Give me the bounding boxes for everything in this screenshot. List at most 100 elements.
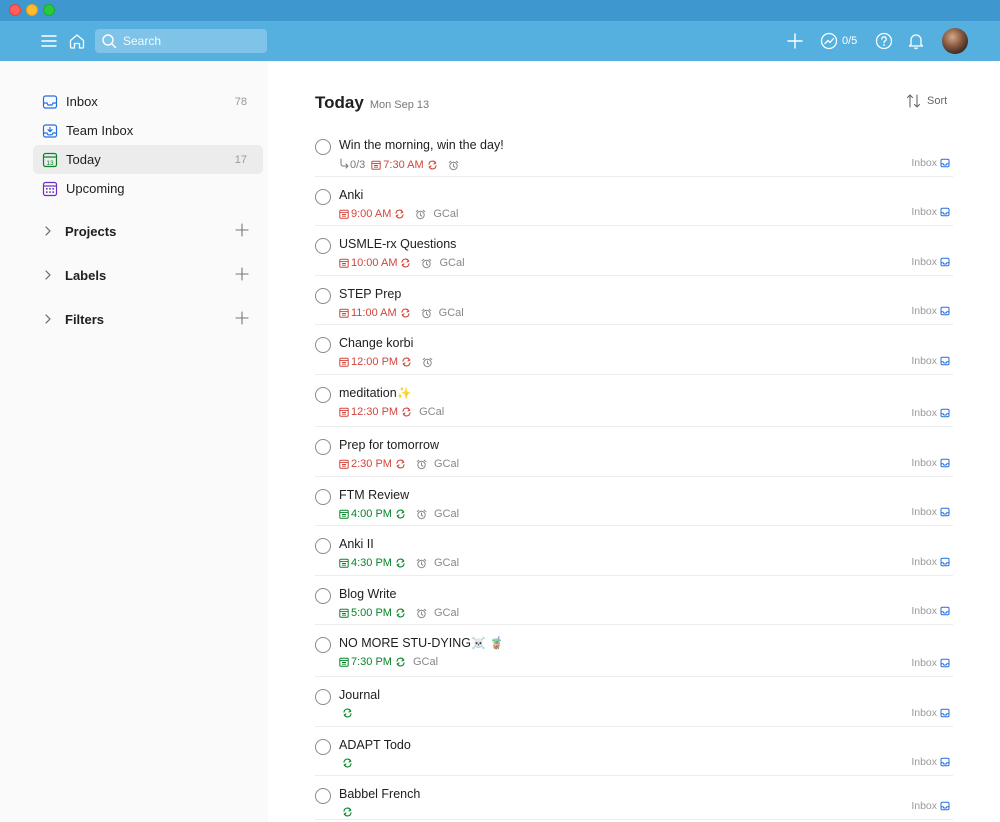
gcal-label: GCal [433,208,459,220]
task-checkbox[interactable] [315,288,331,304]
due-date[interactable]: 9:00 AM [339,208,391,220]
task-row[interactable]: meditation✨ 12:30 PM GCal Inbox [315,375,953,427]
task-project[interactable]: Inbox [911,256,953,268]
task-checkbox[interactable] [315,689,331,705]
task-name[interactable]: ADAPT Todo [339,738,411,752]
task-name[interactable]: NO MORE STU-DYING☠️ 🧋 [339,636,504,650]
main-content: Today Mon Sep 13 Sort Win the morning, w… [268,61,1000,822]
task-name[interactable]: meditation✨ [339,386,412,400]
subtask-count[interactable]: 0/3 [339,158,365,172]
project-name: Inbox [911,800,937,812]
task-project[interactable]: Inbox [911,457,953,469]
task-checkbox[interactable] [315,588,331,604]
due-date[interactable]: 11:00 AM [339,307,397,319]
add-project-plus-icon[interactable] [235,223,249,242]
sidebar-section-labels[interactable]: Labels [33,261,263,289]
add-filter-plus-icon[interactable] [235,311,249,330]
task-checkbox[interactable] [315,387,331,403]
task-project[interactable]: Inbox [911,305,953,317]
task-project[interactable]: Inbox [911,707,953,719]
due-date[interactable]: 12:30 PM [339,406,398,418]
task-project[interactable]: Inbox [911,605,953,617]
task-row[interactable]: Win the morning, win the day! 0/3 7:30 AM I… [315,127,953,177]
due-date[interactable]: 4:30 PM [339,557,392,569]
task-row[interactable]: Change korbi 12:00 PM Inbox [315,325,953,375]
help-button[interactable] [874,31,894,51]
task-name[interactable]: Change korbi [339,336,413,350]
task-project[interactable]: Inbox [911,800,953,812]
task-row[interactable]: ADAPT Todo Inbox [315,727,953,776]
task-name[interactable]: STEP Prep [339,287,401,301]
task-checkbox[interactable] [315,538,331,554]
task-row[interactable]: USMLE-rx Questions 10:00 AM GCal Inbox [315,226,953,276]
task-row[interactable]: FTM Review 4:00 PM GCal Inbox [315,477,953,526]
task-project[interactable]: Inbox [911,506,953,518]
notifications-button[interactable] [906,31,926,51]
menu-icon[interactable] [40,32,58,50]
avatar[interactable] [942,28,968,54]
task-title: meditation [339,386,397,400]
sort-button[interactable]: Sort [906,94,947,108]
task-project[interactable]: Inbox [911,756,953,768]
task-row[interactable]: Anki 9:00 AM GCal Inbox [315,177,953,226]
task-name[interactable]: Win the morning, win the day! [339,138,504,152]
task-project[interactable]: Inbox [911,657,953,669]
task-checkbox[interactable] [315,139,331,155]
sidebar-section-projects[interactable]: Projects [33,217,263,245]
task-project[interactable]: Inbox [911,157,953,169]
add-label-plus-icon[interactable] [235,267,249,286]
task-project[interactable]: Inbox [911,355,953,367]
close-window-button[interactable] [9,4,21,16]
task-name[interactable]: Prep for tomorrow [339,438,439,452]
due-date[interactable]: 7:30 AM [371,159,424,171]
task-project[interactable]: Inbox [911,407,953,419]
task-name[interactable]: Blog Write [339,587,396,601]
sidebar-section-filters[interactable]: Filters [33,305,263,333]
task-name[interactable]: Journal [339,688,380,702]
task-name[interactable]: Anki [339,188,363,202]
due-time: 7:30 PM [351,656,392,668]
sidebar-item-today[interactable]: 13 Today 17 [33,145,263,174]
inbox-icon [41,93,59,111]
chevron-right-icon[interactable] [39,226,57,236]
task-checkbox[interactable] [315,238,331,254]
add-task-button[interactable] [784,30,806,52]
task-checkbox[interactable] [315,739,331,755]
search-input[interactable]: Search [95,29,267,53]
task-checkbox[interactable] [315,337,331,353]
home-icon[interactable] [67,31,87,51]
due-date[interactable]: 4:00 PM [339,508,392,520]
sidebar-item-inbox[interactable]: Inbox 78 [33,87,263,116]
task-name[interactable]: FTM Review [339,488,409,502]
productivity-button[interactable]: 0/5 [820,32,857,50]
chevron-right-icon[interactable] [39,270,57,280]
due-date[interactable]: 12:00 PM [339,356,398,368]
task-row[interactable]: Journal Inbox [315,677,953,727]
task-project[interactable]: Inbox [911,556,953,568]
task-row[interactable]: STEP Prep 11:00 AM GCal Inbox [315,276,953,325]
task-name[interactable]: USMLE-rx Questions [339,237,456,251]
sidebar-item-team-inbox[interactable]: Team Inbox [33,116,263,145]
due-date[interactable]: 2:30 PM [339,458,392,470]
task-checkbox[interactable] [315,637,331,653]
task-checkbox[interactable] [315,439,331,455]
chevron-right-icon[interactable] [39,314,57,324]
task-name[interactable]: Anki II [339,537,374,551]
task-row[interactable]: Anki II 4:30 PM GCal Inbox [315,526,953,576]
recurring-icon [400,308,411,318]
zoom-window-button[interactable] [43,4,55,16]
task-row[interactable]: Prep for tomorrow 2:30 PM GCal Inbox [315,427,953,477]
task-name[interactable]: Babbel French [339,787,420,801]
due-date[interactable]: 10:00 AM [339,257,397,269]
task-checkbox[interactable] [315,489,331,505]
task-row[interactable]: Blog Write 5:00 PM GCal Inbox [315,576,953,625]
task-checkbox[interactable] [315,788,331,804]
task-row[interactable]: NO MORE STU-DYING☠️ 🧋 7:30 PM GCal Inbox [315,625,953,677]
minimize-window-button[interactable] [26,4,38,16]
task-project[interactable]: Inbox [911,206,953,218]
due-date[interactable]: 7:30 PM [339,656,392,668]
sidebar-item-upcoming[interactable]: Upcoming [33,174,263,203]
due-date[interactable]: 5:00 PM [339,607,392,619]
task-checkbox[interactable] [315,189,331,205]
task-row[interactable]: Babbel French Inbox [315,776,953,820]
